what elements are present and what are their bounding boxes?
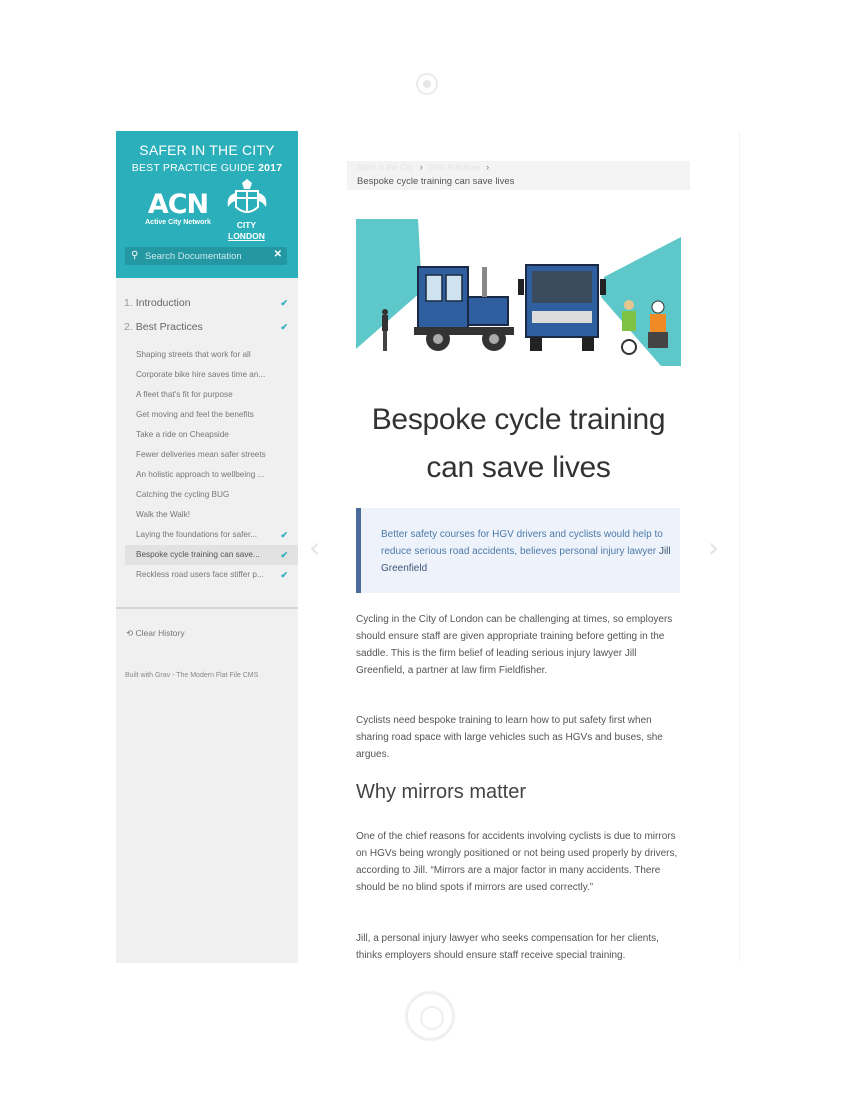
sidebar: SAFER IN THE CITY BEST PRACTICE GUIDE 20… <box>116 131 298 963</box>
nav-subitem[interactable]: An holistic approach to wellbeing ... <box>116 465 298 485</box>
paragraph: Cycling in the City of London can be cha… <box>356 614 673 676</box>
section-heading: Why mirrors matter <box>356 781 526 803</box>
nav-subitem[interactable]: Fewer deliveries mean safer streets <box>116 445 298 465</box>
nav-subitem[interactable]: Shaping streets that work for all <box>116 345 298 365</box>
paragraph: Jill, a personal injury lawyer who seeks… <box>356 933 659 961</box>
paragraph: One of the chief reasons for accidents i… <box>356 831 678 893</box>
site-title: SAFER IN THE CITY <box>139 142 275 158</box>
breadcrumb-current: Bespoke cycle training can save lives <box>357 176 515 187</box>
city-of-london-text: CITY LONDON <box>228 220 265 241</box>
acn-logo: ACN Active City Network <box>145 189 211 227</box>
checkmark-icon: ✔ <box>280 322 288 332</box>
content-border <box>739 131 740 961</box>
search-icon: ⚲ <box>131 250 139 261</box>
search-box[interactable]: ⚲ ✕ <box>125 247 287 265</box>
article-standfirst: Better safety courses for HGV drivers an… <box>356 508 680 593</box>
nav-subitem[interactable]: Take a ride on Cheapside <box>116 425 298 445</box>
nav-subitem[interactable]: Walk the Walk! <box>116 505 298 525</box>
next-page-arrow-icon[interactable]: › <box>708 531 719 564</box>
site-subtitle: BEST PRACTICE GUIDE 2017 <box>131 162 283 174</box>
nav-item-introduction[interactable]: 1. Introduction ✔ <box>116 291 298 315</box>
nav-subitem-active[interactable]: Bespoke cycle training can save... ✔ <box>125 545 298 565</box>
chevron-right-icon: › <box>419 162 423 172</box>
sidebar-divider <box>116 607 298 609</box>
nav-subitem[interactable]: Laying the foundations for safer... ✔ <box>116 525 298 545</box>
doc-nav: 1. Introduction ✔ 2. Best Practices ✔ Sh… <box>116 291 298 585</box>
paragraph: Cyclists need bespoke training to learn … <box>356 715 663 760</box>
brand-header[interactable]: SAFER IN THE CITY BEST PRACTICE GUIDE 20… <box>116 131 298 278</box>
chevron-right-icon: › <box>486 162 490 172</box>
checkmark-icon: ✔ <box>280 570 288 580</box>
nav-subitem[interactable]: A fleet that's fit for purpose <box>116 385 298 405</box>
clear-history-link[interactable]: ⟲ Clear History <box>126 628 185 639</box>
close-icon[interactable]: ✕ <box>274 249 282 260</box>
history-icon: ⟲ <box>126 628 134 638</box>
nav-subitem[interactable]: Get moving and feel the benefits <box>116 405 298 425</box>
breadcrumb: Safer in the City › Best Practices › Bespok… <box>347 161 690 190</box>
breadcrumb-link[interactable]: Best Practices <box>429 163 480 172</box>
nav-subitem[interactable]: Reckless road users face stiffer p... ✔ <box>116 565 298 585</box>
checkmark-icon: ✔ <box>280 298 288 308</box>
nav-subitem[interactable]: Corporate bike hire saves time an... <box>116 365 298 385</box>
device-camera-dot <box>416 73 438 95</box>
breadcrumb-link[interactable]: Safer in the City <box>357 163 414 172</box>
built-with-text: Built with Grav - The Modern Flat File C… <box>125 672 259 679</box>
nav-subitem[interactable]: Catching the cycling BUG <box>116 485 298 505</box>
nav-item-best-practices[interactable]: 2. Best Practices ✔ <box>116 315 298 339</box>
previous-page-arrow-icon[interactable]: ‹ <box>309 531 320 564</box>
checkmark-icon: ✔ <box>280 530 288 540</box>
checkmark-icon: ✔ <box>280 550 288 560</box>
hgv-blind-spot-illustration <box>356 219 681 366</box>
device-home-button <box>405 991 455 1041</box>
search-input[interactable] <box>145 249 265 263</box>
article-title: Bespoke cycle training can save lives <box>371 403 666 484</box>
